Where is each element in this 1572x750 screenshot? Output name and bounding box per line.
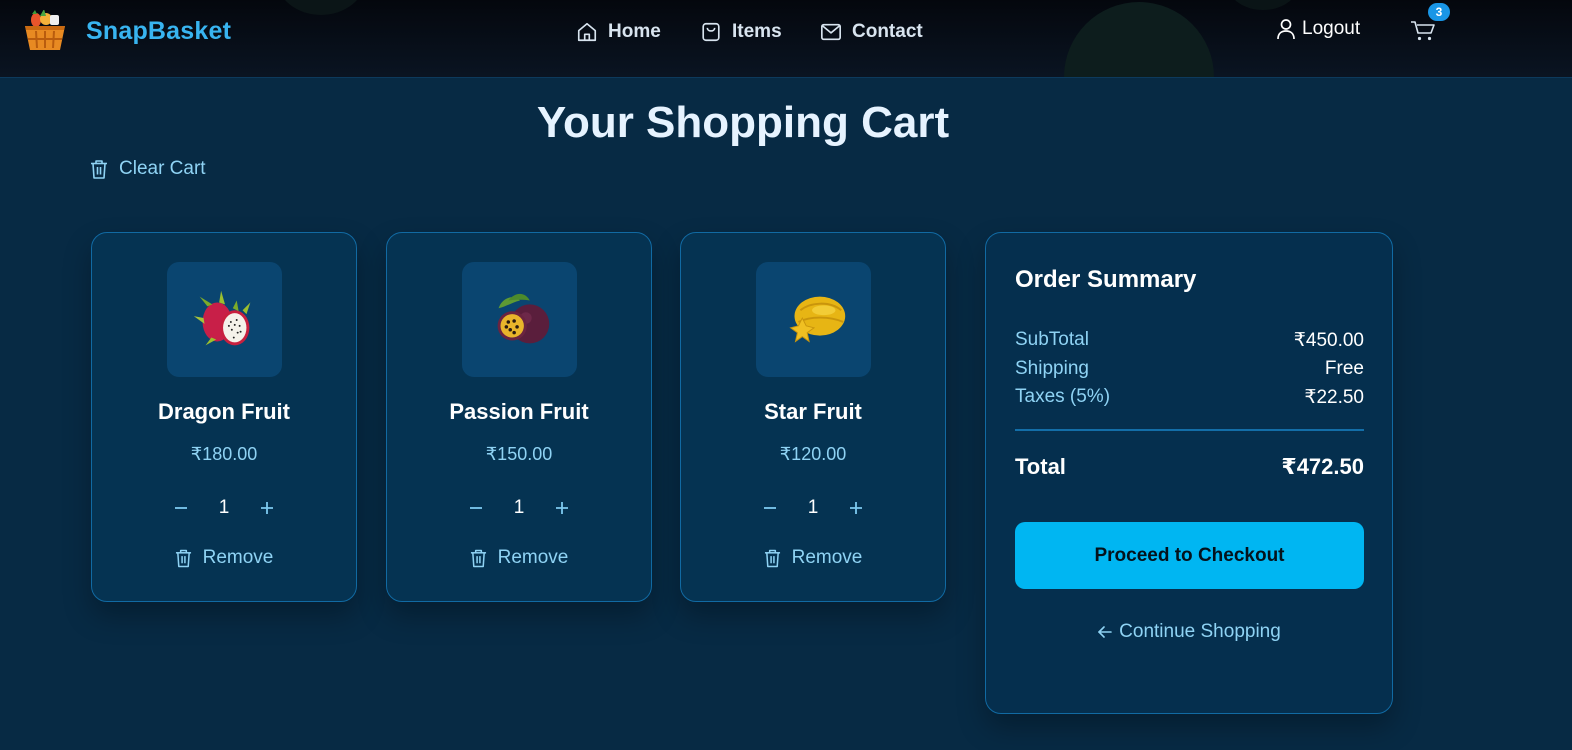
cart-count-badge: 3 bbox=[1428, 3, 1450, 21]
passion-fruit-image bbox=[497, 293, 549, 343]
taxes-value: ₹22.50 bbox=[1304, 387, 1364, 408]
subtotal-row: SubTotal ₹450.00 bbox=[1015, 329, 1364, 352]
remove-item-button[interactable]: Remove bbox=[387, 547, 651, 569]
logout-button[interactable]: Logout bbox=[1276, 18, 1360, 40]
product-name: Star Fruit bbox=[764, 399, 862, 424]
continue-shopping-label: Continue Shopping bbox=[1119, 621, 1281, 642]
quantity-stepper: 1 bbox=[92, 493, 356, 523]
product-price: ₹150.00 bbox=[485, 444, 553, 464]
quantity-value: 1 bbox=[218, 497, 230, 518]
cart-item-card: Dragon Fruit ₹180.00 1 Remove bbox=[91, 232, 357, 602]
product-price: ₹180.00 bbox=[190, 444, 258, 464]
shipping-value: Free bbox=[1324, 358, 1364, 379]
taxes-row: Taxes (5%) ₹22.50 bbox=[1015, 386, 1364, 409]
plus-icon bbox=[850, 502, 862, 514]
subtotal-label: SubTotal bbox=[1015, 329, 1089, 350]
dragon-fruit-image bbox=[193, 290, 250, 345]
product-name: Passion Fruit bbox=[449, 399, 589, 424]
plus-icon bbox=[556, 502, 568, 514]
plus-icon bbox=[261, 502, 273, 514]
star-fruit-image bbox=[788, 296, 845, 343]
proceed-to-checkout-button[interactable]: Proceed to Checkout bbox=[1015, 522, 1364, 589]
total-label: Total bbox=[1015, 454, 1066, 479]
shipping-row: Shipping Free bbox=[1015, 358, 1364, 380]
minus-icon bbox=[470, 507, 482, 509]
cart-item-card: Passion Fruit ₹150.00 1 Remove bbox=[386, 232, 652, 602]
decrease-quantity-button[interactable] bbox=[755, 493, 785, 523]
cart-item-card: Star Fruit ₹120.00 1 Remove bbox=[680, 232, 946, 602]
product-image bbox=[756, 262, 871, 377]
remove-item-button[interactable]: Remove bbox=[92, 547, 356, 569]
taxes-label: Taxes (5%) bbox=[1015, 386, 1111, 407]
navbar: SnapBasket Home Items Contact Logout 3 bbox=[0, 0, 1572, 78]
decorative-circle bbox=[276, 0, 366, 15]
nav-link-label: Home bbox=[608, 21, 661, 42]
decrease-quantity-button[interactable] bbox=[166, 493, 196, 523]
remove-label: Remove bbox=[791, 547, 863, 568]
nav-link-contact[interactable]: Contact bbox=[820, 18, 923, 46]
increase-quantity-button[interactable] bbox=[547, 493, 577, 523]
home-icon bbox=[577, 22, 597, 42]
order-summary-panel: Order Summary SubTotal ₹450.00 Shipping … bbox=[985, 232, 1393, 714]
nav-link-label: Contact bbox=[852, 21, 923, 42]
cart-button[interactable]: 3 bbox=[1410, 3, 1450, 45]
shipping-label: Shipping bbox=[1015, 358, 1089, 379]
decorative-circle bbox=[1228, 0, 1298, 10]
order-summary-heading: Order Summary bbox=[1015, 266, 1197, 293]
mail-icon bbox=[821, 23, 841, 41]
clear-cart-button[interactable]: Clear Cart bbox=[90, 158, 206, 180]
trash-icon bbox=[470, 549, 486, 568]
decrease-quantity-button[interactable] bbox=[461, 493, 491, 523]
quantity-value: 1 bbox=[513, 497, 525, 518]
minus-icon bbox=[764, 507, 776, 509]
product-name: Dragon Fruit bbox=[158, 399, 290, 424]
decorative-circle bbox=[1064, 2, 1214, 77]
continue-shopping-link[interactable]: Continue Shopping bbox=[986, 621, 1392, 643]
remove-item-button[interactable]: Remove bbox=[681, 547, 945, 569]
clear-cart-label: Clear Cart bbox=[119, 158, 206, 179]
increase-quantity-button[interactable] bbox=[252, 493, 282, 523]
total-value: ₹472.50 bbox=[1281, 454, 1364, 479]
increase-quantity-button[interactable] bbox=[841, 493, 871, 523]
nav-links: Home Items Contact bbox=[576, 18, 923, 46]
bag-icon bbox=[702, 22, 720, 42]
quantity-stepper: 1 bbox=[387, 493, 651, 523]
product-image bbox=[167, 262, 282, 377]
trash-icon bbox=[764, 549, 780, 568]
user-icon bbox=[1277, 19, 1295, 40]
nav-link-items[interactable]: Items bbox=[700, 18, 820, 46]
quantity-stepper: 1 bbox=[681, 493, 945, 523]
minus-icon bbox=[175, 507, 187, 509]
trash-icon bbox=[175, 549, 191, 568]
product-price: ₹120.00 bbox=[779, 444, 847, 464]
page-title: Your Shopping Cart bbox=[536, 98, 950, 147]
nav-link-label: Items bbox=[732, 21, 782, 42]
logout-label: Logout bbox=[1302, 18, 1361, 39]
trash-icon bbox=[91, 160, 107, 179]
brand-name: SnapBasket bbox=[86, 16, 232, 45]
quantity-value: 1 bbox=[807, 497, 819, 518]
total-row: Total ₹472.50 bbox=[1015, 454, 1364, 480]
nav-link-home[interactable]: Home bbox=[576, 18, 700, 46]
summary-divider bbox=[1015, 429, 1364, 431]
basket-logo-icon bbox=[25, 10, 65, 50]
remove-label: Remove bbox=[202, 547, 274, 568]
arrow-left-icon bbox=[1098, 626, 1112, 638]
cart-icon bbox=[1411, 21, 1435, 41]
brand[interactable]: SnapBasket bbox=[22, 10, 231, 52]
subtotal-value: ₹450.00 bbox=[1293, 330, 1364, 351]
remove-label: Remove bbox=[497, 547, 569, 568]
product-image bbox=[462, 262, 577, 377]
